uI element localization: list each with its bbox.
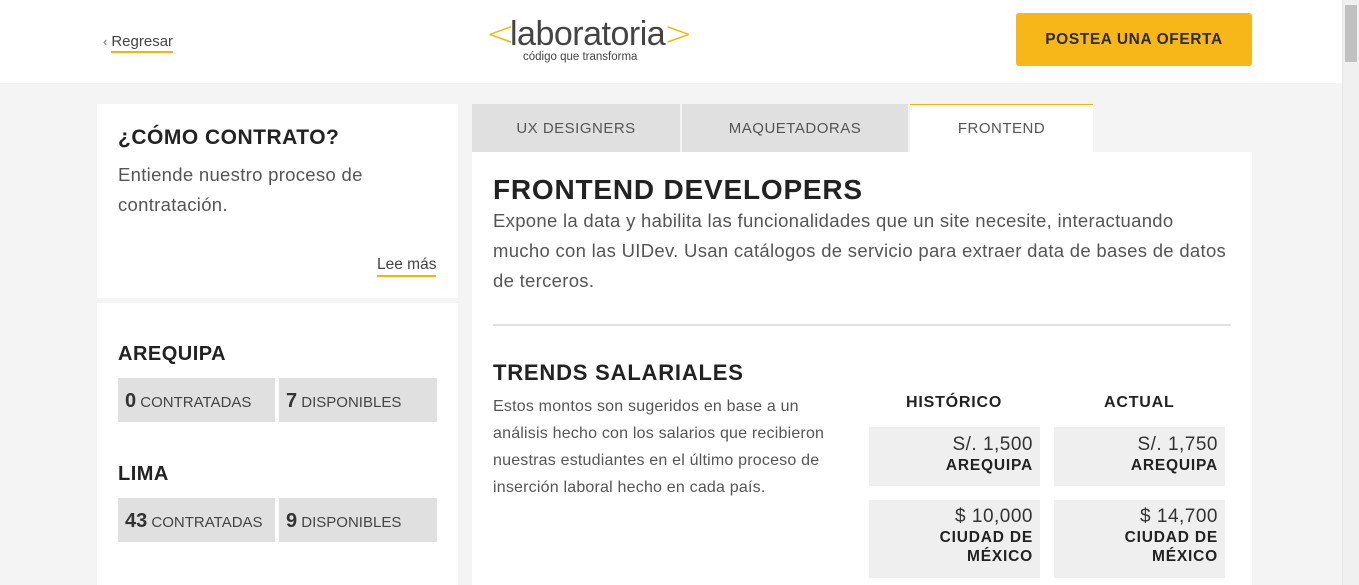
logo-tagline: código que transforma [523,51,638,63]
role-description: Expone la data y habilita las funcionali… [493,210,1227,291]
salary-location: CIUDAD DE MÉXICO [939,529,1033,565]
salary-cell-historic-mexico: $ 10,000 CIUDAD DE MÉXICO [869,500,1040,578]
tab-ux-designers[interactable]: UX DESIGNERS [472,104,680,152]
salary-amount: $ 10,000 [955,506,1033,527]
salary-location: AREQUIPA [945,457,1033,474]
hired-stat-lima: 43 CONTRATADAS [118,498,275,542]
how-to-hire-text: Entiende nuestro proceso de contratación… [118,164,363,215]
logo-wordmark: laboratoria [510,15,666,53]
salary-trends-title: TRENDS SALARIALES [493,360,744,385]
hired-count: 43 [125,510,148,532]
available-count: 7 [286,390,298,412]
city-stats-card: AREQUIPA 0 CONTRATADAS 7 DISPONIBLES LIM… [97,303,458,585]
logo-bracket-close: > [664,14,693,54]
vertical-scrollbar[interactable] [1342,0,1359,585]
salary-cell-historic-arequipa: S/. 1,500 AREQUIPA [869,427,1040,486]
salary-cell-current-arequipa: S/. 1,750 AREQUIPA [1054,427,1225,486]
available-label: DISPONIBLES [301,514,402,531]
salary-trends-text: Estos montos son sugeridos en base a un … [493,398,825,496]
scrollbar-thumb[interactable] [1345,5,1357,62]
salary-location: AREQUIPA [1130,457,1218,474]
back-link-label: Regresar [111,33,174,53]
hired-count: 0 [125,390,137,412]
section-divider [493,324,1231,326]
salary-location: CIUDAD DE MÉXICO [1124,529,1218,565]
back-link[interactable]: ‹ Regresar [103,33,174,53]
top-header: ‹ Regresar < laboratoria > código que tra… [0,0,1342,83]
how-to-hire-card: ¿CÓMO CONTRATO? Entiende nuestro proceso… [97,104,458,298]
how-to-hire-title: ¿CÓMO CONTRATO? [118,126,340,149]
city-name-lima: LIMA [118,463,169,485]
hired-label: CONTRATADAS [151,514,263,531]
city-name-arequipa: AREQUIPA [118,343,227,365]
tab-maquetadoras[interactable]: MAQUETADORAS [682,104,908,152]
chevron-left-icon: ‹ [103,34,108,49]
salary-amount: $ 14,700 [1140,506,1218,527]
available-label: DISPONIBLES [301,394,402,411]
salary-amount: S/. 1,750 [1137,434,1218,455]
read-more-link[interactable]: Lee más [377,256,437,277]
salary-amount: S/. 1,500 [952,434,1033,455]
available-count: 9 [286,510,298,532]
hired-stat-arequipa: 0 CONTRATADAS [118,378,275,422]
current-column-header: ACTUAL [1104,394,1175,411]
post-offer-button[interactable]: POSTEA UNA OFERTA [1016,13,1252,66]
salary-cell-current-mexico: $ 14,700 CIUDAD DE MÉXICO [1054,500,1225,578]
laboratoria-logo[interactable]: < laboratoria > código que transforma [486,14,693,66]
tab-frontend[interactable]: FRONTEND [910,104,1093,152]
available-stat-lima: 9 DISPONIBLES [279,498,437,542]
role-detail-panel: FRONTEND DEVELOPERS Expone la data y hab… [472,152,1252,585]
role-title: FRONTEND DEVELOPERS [493,174,863,205]
hired-label: CONTRATADAS [140,394,252,411]
available-stat-arequipa: 7 DISPONIBLES [279,378,437,422]
historic-column-header: HISTÓRICO [906,394,1003,411]
